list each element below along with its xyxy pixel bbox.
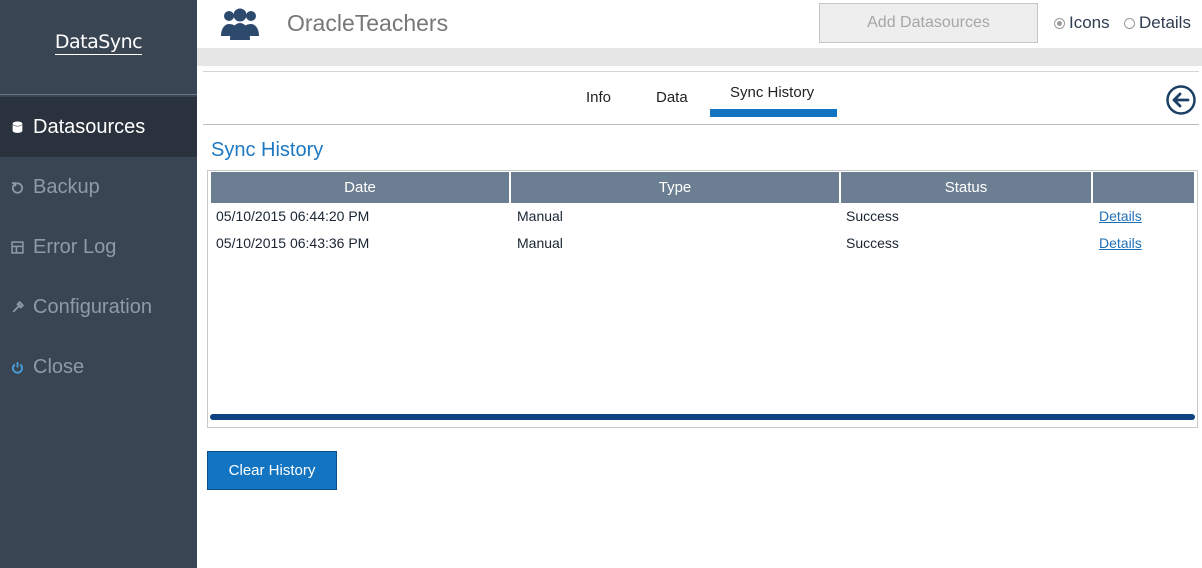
logo-underline bbox=[54, 54, 143, 55]
view-option-label: Icons bbox=[1069, 13, 1110, 32]
sidebar-item-label: Configuration bbox=[33, 295, 152, 318]
back-arrow-icon[interactable] bbox=[1165, 84, 1197, 116]
logo-text: DataSync bbox=[54, 31, 143, 53]
sidebar-item-label: Close bbox=[33, 355, 85, 378]
sidebar-item-configuration[interactable]: Configuration bbox=[0, 277, 197, 337]
cell-type: Manual bbox=[517, 207, 563, 224]
horizontal-scrollbar[interactable] bbox=[210, 414, 1195, 420]
tab-info[interactable]: Info bbox=[586, 89, 611, 106]
details-link[interactable]: Details bbox=[1099, 235, 1142, 251]
column-header-status[interactable]: Status bbox=[841, 172, 1093, 203]
logo-area: DataSync bbox=[0, 0, 197, 95]
sidebar-item-label: Error Log bbox=[33, 235, 117, 258]
sidebar-item-label: Datasources bbox=[33, 115, 146, 138]
radio-details[interactable] bbox=[1124, 17, 1135, 29]
tools-icon bbox=[10, 300, 24, 314]
cell-status: Success bbox=[846, 234, 899, 251]
datasync-logo: DataSync bbox=[54, 31, 143, 57]
add-datasources-button[interactable]: Add Datasources bbox=[819, 3, 1038, 43]
radio-icons[interactable] bbox=[1054, 17, 1065, 29]
sidebar-item-label: Backup bbox=[33, 175, 100, 198]
table-row: 05/10/2015 06:43:36 PM Manual Success De… bbox=[216, 229, 1191, 256]
header-divider bbox=[197, 48, 1202, 66]
view-option-icons[interactable]: Icons bbox=[1054, 13, 1110, 33]
tab-bar: Info Data Sync History bbox=[203, 71, 1199, 125]
sidebar-item-error-log[interactable]: Error Log bbox=[0, 217, 197, 277]
clear-history-button[interactable]: Clear History bbox=[207, 451, 337, 490]
header: OracleTeachers Add Datasources Icons Det… bbox=[197, 0, 1202, 48]
database-icon bbox=[10, 120, 24, 134]
power-icon bbox=[10, 360, 24, 374]
table-header: Date Type Status bbox=[211, 172, 1194, 203]
cell-status: Success bbox=[846, 207, 899, 224]
users-icon bbox=[219, 6, 261, 42]
cell-type: Manual bbox=[517, 234, 563, 251]
column-header-date[interactable]: Date bbox=[211, 172, 511, 203]
sidebar-item-close[interactable]: Close bbox=[0, 337, 197, 397]
tab-data[interactable]: Data bbox=[656, 89, 688, 106]
sidebar-item-backup[interactable]: Backup bbox=[0, 157, 197, 217]
column-header-type[interactable]: Type bbox=[511, 172, 841, 203]
table-row: 05/10/2015 06:44:20 PM Manual Success De… bbox=[216, 202, 1191, 229]
cell-date: 05/10/2015 06:44:20 PM bbox=[216, 207, 370, 224]
log-icon bbox=[10, 240, 24, 254]
sidebar-item-datasources[interactable]: Datasources bbox=[0, 97, 197, 157]
section-title: Sync History bbox=[211, 139, 324, 161]
page-title: OracleTeachers bbox=[287, 10, 449, 36]
view-option-details[interactable]: Details bbox=[1124, 13, 1191, 33]
cell-date: 05/10/2015 06:43:36 PM bbox=[216, 234, 370, 251]
sidebar: DataSync Datasources Backup Error Log Co… bbox=[0, 0, 197, 568]
view-option-label: Details bbox=[1139, 13, 1191, 32]
column-header-actions bbox=[1093, 172, 1194, 203]
tab-sync-history[interactable]: Sync History bbox=[730, 84, 814, 101]
backup-icon bbox=[10, 180, 24, 194]
active-tab-indicator bbox=[710, 109, 837, 117]
details-link[interactable]: Details bbox=[1099, 208, 1142, 224]
sync-history-table: Date Type Status 05/10/2015 06:44:20 PM … bbox=[207, 170, 1198, 428]
